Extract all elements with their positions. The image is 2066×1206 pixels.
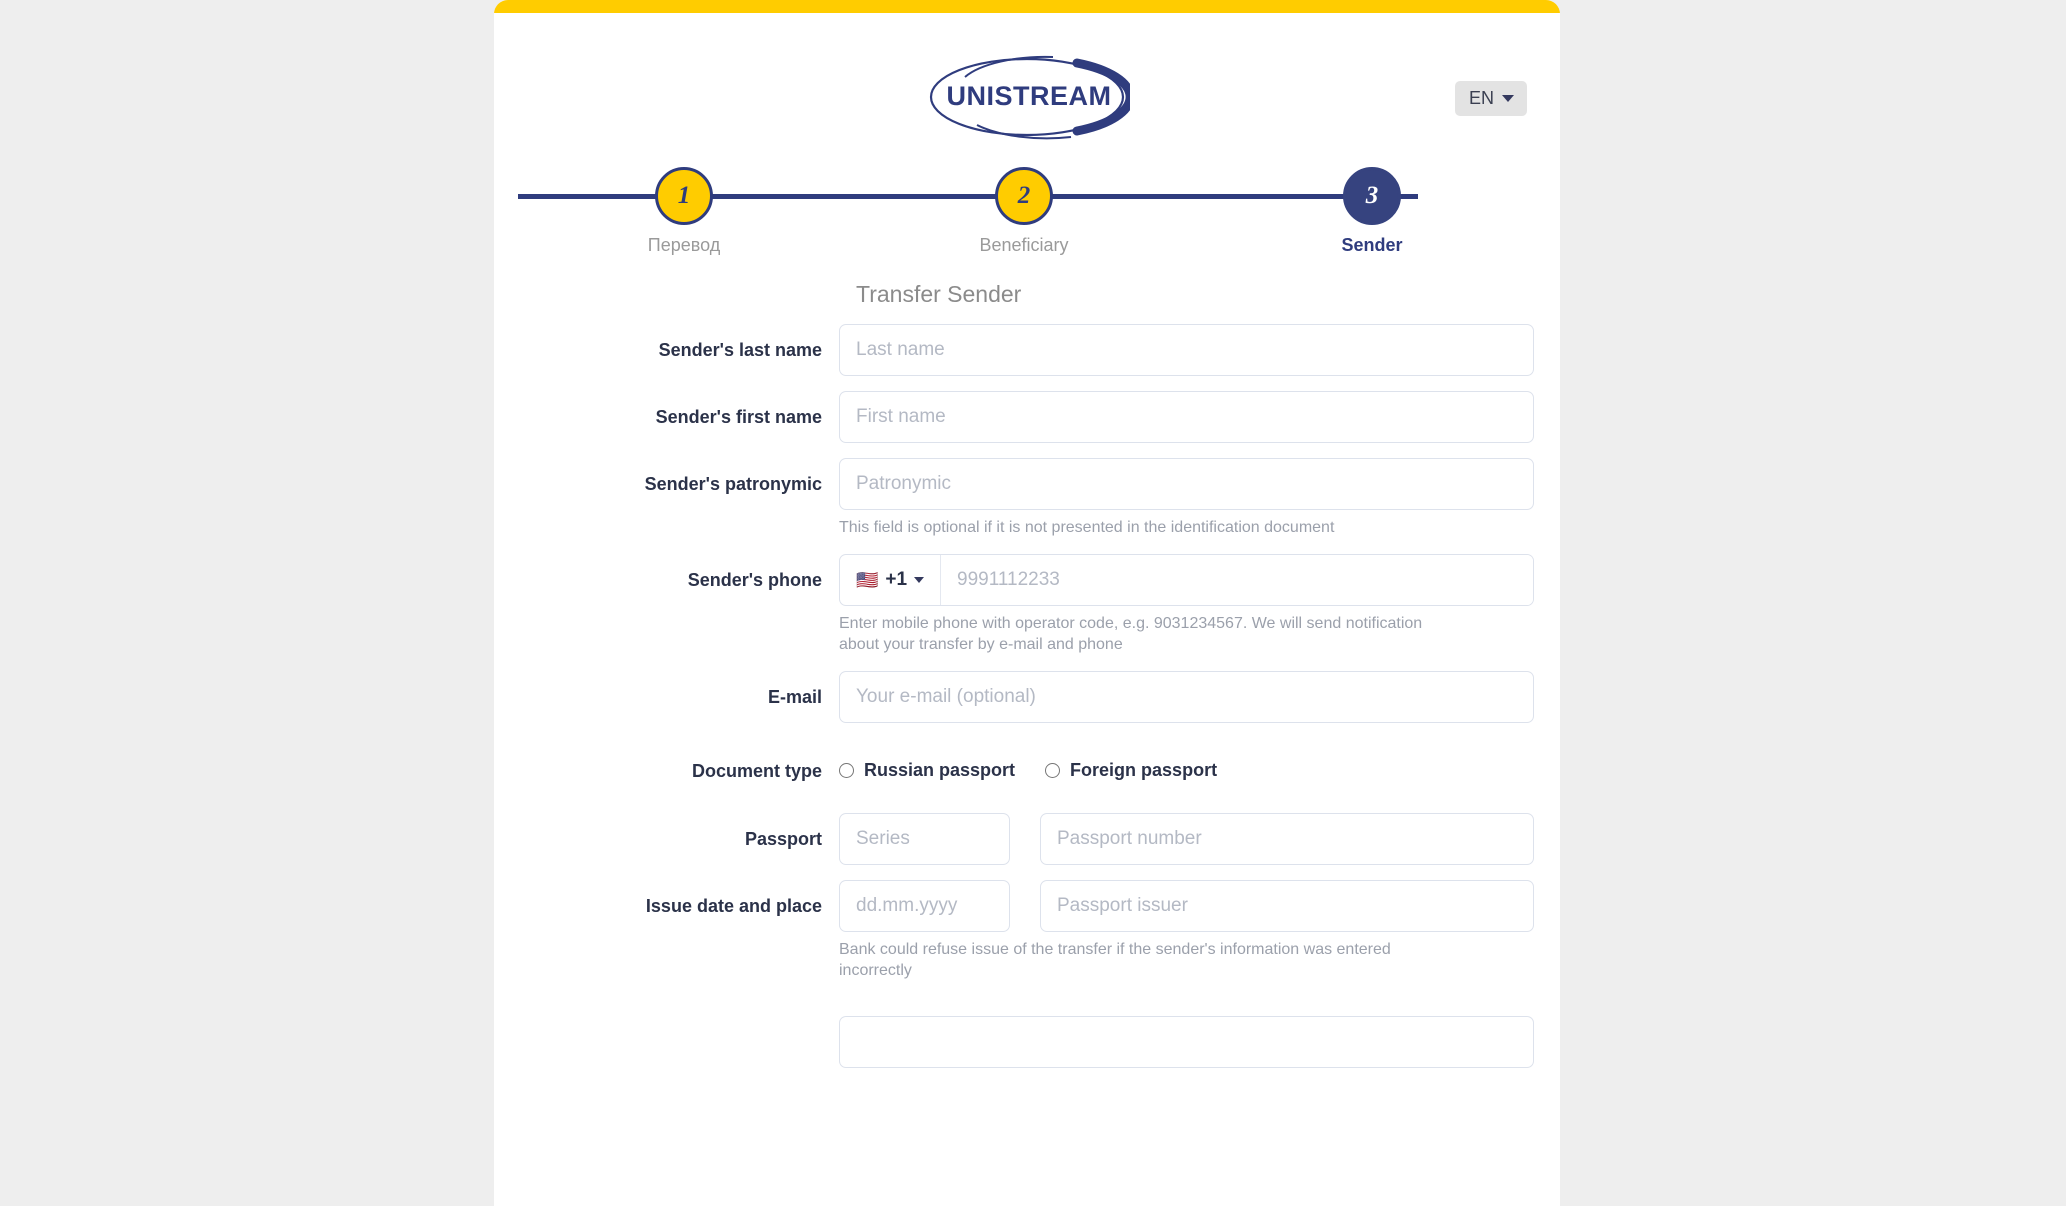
last-name-input[interactable] xyxy=(839,324,1534,376)
step-2[interactable]: 2 Beneficiary xyxy=(944,158,1104,256)
language-selector-label: EN xyxy=(1468,88,1494,108)
us-flag-icon: 🇺🇸 xyxy=(855,569,879,590)
chevron-down-icon xyxy=(914,576,925,583)
next-field-input[interactable] xyxy=(839,1015,1534,1068)
form-card: UNISTREAM EN 1 Перевод 2 Beneficiary 3 S… xyxy=(494,0,1560,1206)
svg-text:UNISTREAM: UNISTREAM xyxy=(946,81,1111,111)
step-1[interactable]: 1 Перевод xyxy=(604,158,764,256)
issue-label: Issue date and place xyxy=(645,895,822,916)
step-3-circle: 3 xyxy=(1343,167,1401,225)
patronymic-hint: This field is optional if it is not pres… xyxy=(839,519,1335,536)
passport-issuer-input[interactable] xyxy=(1040,879,1534,932)
language-selector-button[interactable]: EN xyxy=(1454,81,1527,116)
brand-logo: UNISTREAM xyxy=(494,51,1560,143)
email-label: E-mail xyxy=(767,686,822,707)
field-row-email: E-mail xyxy=(494,670,1560,723)
phone-label: Sender's phone xyxy=(687,569,822,590)
radio-circle-icon xyxy=(839,763,854,779)
field-row-issue: Issue date and place Bank could refuse i… xyxy=(494,879,1560,982)
radio-foreign-passport[interactable]: Foreign passport xyxy=(1045,760,1217,781)
page-background: UNISTREAM EN 1 Перевод 2 Beneficiary 3 S… xyxy=(0,0,2066,1206)
radio-russian-passport-label: Russian passport xyxy=(864,760,1016,781)
step-1-label: Перевод xyxy=(647,235,721,255)
progress-stepper: 1 Перевод 2 Beneficiary 3 Sender xyxy=(494,158,1560,263)
issue-hint: Bank could refuse issue of the transfer … xyxy=(839,940,1391,980)
last-name-label: Sender's last name xyxy=(658,340,822,360)
radio-foreign-passport-label: Foreign passport xyxy=(1070,760,1218,781)
radio-russian-passport[interactable]: Russian passport xyxy=(839,760,1015,781)
field-row-last-name: Sender's last name xyxy=(494,324,1560,376)
top-accent-bar xyxy=(494,0,1560,13)
step-2-circle: 2 xyxy=(995,167,1053,225)
field-row-patronymic: Sender's patronymic This field is option… xyxy=(494,458,1560,539)
first-name-input[interactable] xyxy=(839,391,1534,443)
document-type-label: Document type xyxy=(691,760,822,781)
field-row-document-type: Document type Russian passport Foreign p… xyxy=(494,745,1560,797)
phone-number-input[interactable] xyxy=(941,554,1533,605)
page-header: UNISTREAM EN xyxy=(494,13,1560,140)
country-code-selector[interactable]: 🇺🇸 +1 xyxy=(840,554,941,605)
unistream-logo-icon: UNISTREAM xyxy=(929,55,1130,140)
field-row-phone: Sender's phone 🇺🇸 +1 Enter mobile phone … xyxy=(494,553,1560,656)
sender-form: Transfer Sender Sender's last name Sende… xyxy=(494,263,1560,1068)
step-2-label: Beneficiary xyxy=(979,235,1069,255)
passport-series-input[interactable] xyxy=(839,812,1010,865)
step-1-circle: 1 xyxy=(655,167,713,225)
passport-label: Passport xyxy=(744,828,822,849)
chevron-down-icon xyxy=(1502,94,1514,102)
step-3[interactable]: 3 Sender xyxy=(1292,158,1452,256)
patronymic-label: Sender's patronymic xyxy=(644,474,822,494)
phone-input-group: 🇺🇸 +1 xyxy=(839,553,1534,606)
country-code-label: +1 xyxy=(885,568,908,590)
email-input[interactable] xyxy=(839,670,1534,723)
first-name-label: Sender's first name xyxy=(655,407,822,427)
form-section-title: Transfer Sender xyxy=(856,281,1022,307)
field-row-next-partial xyxy=(494,1015,1560,1068)
issue-date-input[interactable] xyxy=(839,879,1010,932)
phone-hint: Enter mobile phone with operator code, e… xyxy=(839,614,1423,654)
patronymic-input[interactable] xyxy=(839,458,1534,510)
passport-number-input[interactable] xyxy=(1040,812,1534,865)
field-row-passport: Passport xyxy=(494,812,1560,865)
step-3-label: Sender xyxy=(1341,235,1403,255)
field-row-first-name: Sender's first name xyxy=(494,391,1560,443)
radio-circle-icon xyxy=(1045,763,1061,779)
